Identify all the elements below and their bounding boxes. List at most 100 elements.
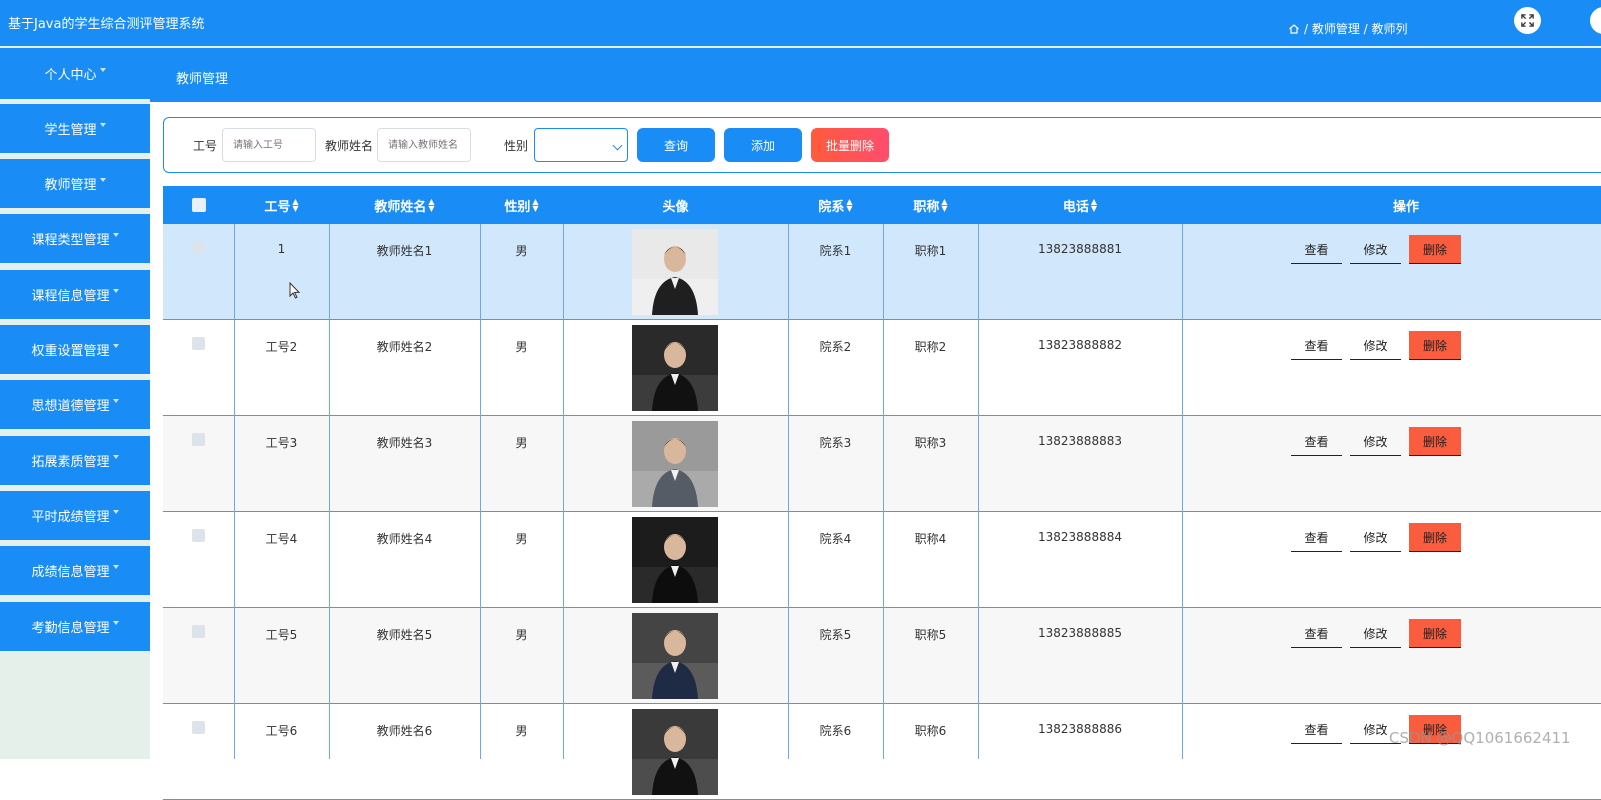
row-checkbox[interactable] <box>192 241 205 254</box>
cell-phone: 13823888886 <box>1038 722 1122 736</box>
edit-button[interactable]: 修改 <box>1350 427 1401 456</box>
table-row: 工号5 教师姓名5 男 院系5 职称5 13823888885 查看 修改 删除 <box>163 608 1601 704</box>
header-phone[interactable]: 电话 ▲ ▼ <box>978 186 1182 224</box>
edit-button[interactable]: 修改 <box>1350 331 1401 360</box>
header-name-label: 教师姓名 <box>374 199 427 215</box>
cell-dept: 院系6 <box>819 724 852 738</box>
teacher-avatar <box>632 709 718 795</box>
header-title[interactable]: 职称 ▲ ▼ <box>883 186 978 224</box>
delete-button[interactable]: 删除 <box>1409 331 1461 360</box>
sidebar-item-usual-grades[interactable]: 平时成绩管理 <box>0 491 150 542</box>
name-label: 教师姓名 <box>325 139 374 153</box>
add-button[interactable]: 添加 <box>724 128 802 162</box>
sidebar-item-teacher-management[interactable]: 教师管理 <box>0 159 150 210</box>
cell-title: 职称5 <box>914 628 947 642</box>
header-phone-label: 电话 <box>1062 199 1089 215</box>
header-id[interactable]: 工号 ▲ ▼ <box>234 186 329 224</box>
sidebar-item-grade-info[interactable]: 成绩信息管理 <box>0 546 150 597</box>
sort-icon[interactable]: ▲ ▼ <box>428 198 434 213</box>
header-avatar-label: 头像 <box>662 199 689 215</box>
fullscreen-icon[interactable] <box>1514 7 1541 34</box>
sidebar-item-label: 学生管理 <box>44 123 97 138</box>
cell-dept: 院系3 <box>819 436 852 450</box>
watermark: CSDN @QQ1061662411 <box>1389 729 1571 747</box>
sort-icon[interactable]: ▲ ▼ <box>1091 198 1097 213</box>
cell-dept: 院系1 <box>819 244 852 258</box>
home-icon[interactable] <box>1288 23 1300 35</box>
sidebar-item-course-info-management[interactable]: 课程信息管理 <box>0 270 150 321</box>
user-avatar-icon[interactable] <box>1590 7 1601 34</box>
sidebar-item-label: 思想道德管理 <box>31 399 110 414</box>
cell-title: 职称1 <box>914 244 947 258</box>
search-panel: 工号 教师姓名 性别 查询 添加 批量删除 <box>163 117 1601 173</box>
column-divider <box>788 224 789 759</box>
header-name[interactable]: 教师姓名 ▲ ▼ <box>329 186 480 224</box>
edit-button[interactable]: 修改 <box>1350 619 1401 648</box>
cell-id: 工号4 <box>265 532 298 546</box>
sidebar-item-attendance-info[interactable]: 考勤信息管理 <box>0 602 150 653</box>
cell-name: 教师姓名5 <box>376 628 433 642</box>
view-button[interactable]: 查看 <box>1291 619 1342 648</box>
sidebar-item-label: 权重设置管理 <box>31 344 110 359</box>
name-search-input[interactable] <box>377 128 471 162</box>
chevron-down-icon <box>112 232 119 237</box>
cell-phone: 13823888881 <box>1038 242 1122 256</box>
sidebar-item-personal-center[interactable]: 个人中心 <box>0 48 150 101</box>
cell-title: 职称6 <box>914 724 947 738</box>
header-gender[interactable]: 性别 ▲ ▼ <box>480 186 563 224</box>
sort-icon[interactable]: ▲ ▼ <box>532 198 538 213</box>
sidebar-item-label: 成绩信息管理 <box>31 565 110 580</box>
cell-dept: 院系5 <box>819 628 852 642</box>
header-id-label: 工号 <box>264 199 291 215</box>
sidebar-item-moral-management[interactable]: 思想道德管理 <box>0 380 150 431</box>
gender-label: 性别 <box>504 139 529 153</box>
view-button[interactable]: 查看 <box>1291 715 1342 744</box>
sidebar-item-weight-settings[interactable]: 权重设置管理 <box>0 325 150 376</box>
delete-button[interactable]: 删除 <box>1409 235 1461 264</box>
row-checkbox[interactable] <box>192 433 205 446</box>
sidebar-item-course-type-management[interactable]: 课程类型管理 <box>0 214 150 265</box>
teacher-avatar <box>632 229 718 315</box>
cell-dept: 院系2 <box>819 340 852 354</box>
header-dept[interactable]: 院系 ▲ ▼ <box>788 186 883 224</box>
query-button[interactable]: 查询 <box>637 128 715 162</box>
cell-phone: 13823888884 <box>1038 530 1122 544</box>
row-checkbox[interactable] <box>192 721 205 734</box>
sidebar-item-extended-quality[interactable]: 拓展素质管理 <box>0 436 150 487</box>
view-button[interactable]: 查看 <box>1291 235 1342 264</box>
sort-icon[interactable]: ▲ ▼ <box>941 198 947 213</box>
batch-delete-button[interactable]: 批量删除 <box>811 128 889 162</box>
chevron-down-icon <box>112 398 119 403</box>
cell-id: 工号5 <box>265 628 298 642</box>
view-button[interactable]: 查看 <box>1291 523 1342 552</box>
edit-button[interactable]: 修改 <box>1350 235 1401 264</box>
delete-button[interactable]: 删除 <box>1409 619 1461 648</box>
sidebar-item-label: 拓展素质管理 <box>31 455 110 470</box>
breadcrumb-text[interactable]: / 教师管理 / 教师列 <box>1304 20 1408 37</box>
gender-select[interactable] <box>534 128 628 162</box>
column-divider <box>234 224 235 759</box>
cell-gender: 男 <box>515 340 528 354</box>
view-button[interactable]: 查看 <box>1291 331 1342 360</box>
edit-button[interactable]: 修改 <box>1350 523 1401 552</box>
id-label: 工号 <box>193 139 218 153</box>
row-checkbox[interactable] <box>192 625 205 638</box>
sort-icon[interactable]: ▲ ▼ <box>846 198 852 213</box>
delete-button[interactable]: 删除 <box>1409 523 1461 552</box>
sort-icon[interactable]: ▲ ▼ <box>292 198 298 213</box>
page-header: 教师管理 <box>150 48 1601 102</box>
sidebar-item-student-management[interactable]: 学生管理 <box>0 104 150 155</box>
chevron-down-icon <box>112 564 119 569</box>
header-gender-label: 性别 <box>504 199 531 215</box>
view-button[interactable]: 查看 <box>1291 427 1342 456</box>
row-checkbox[interactable] <box>192 529 205 542</box>
teacher-avatar <box>632 325 718 411</box>
select-all-checkbox[interactable] <box>191 198 206 212</box>
cell-name: 教师姓名3 <box>376 436 433 450</box>
breadcrumb: / 教师管理 / 教师列 <box>1288 20 1408 37</box>
delete-button[interactable]: 删除 <box>1409 427 1461 456</box>
table-row: 工号6 教师姓名6 男院系6 职称6 13823888886 查看 修改 删除 <box>163 704 1601 800</box>
sidebar-item-label: 课程信息管理 <box>31 289 110 304</box>
id-search-input[interactable] <box>222 128 316 162</box>
row-checkbox[interactable] <box>192 337 205 350</box>
